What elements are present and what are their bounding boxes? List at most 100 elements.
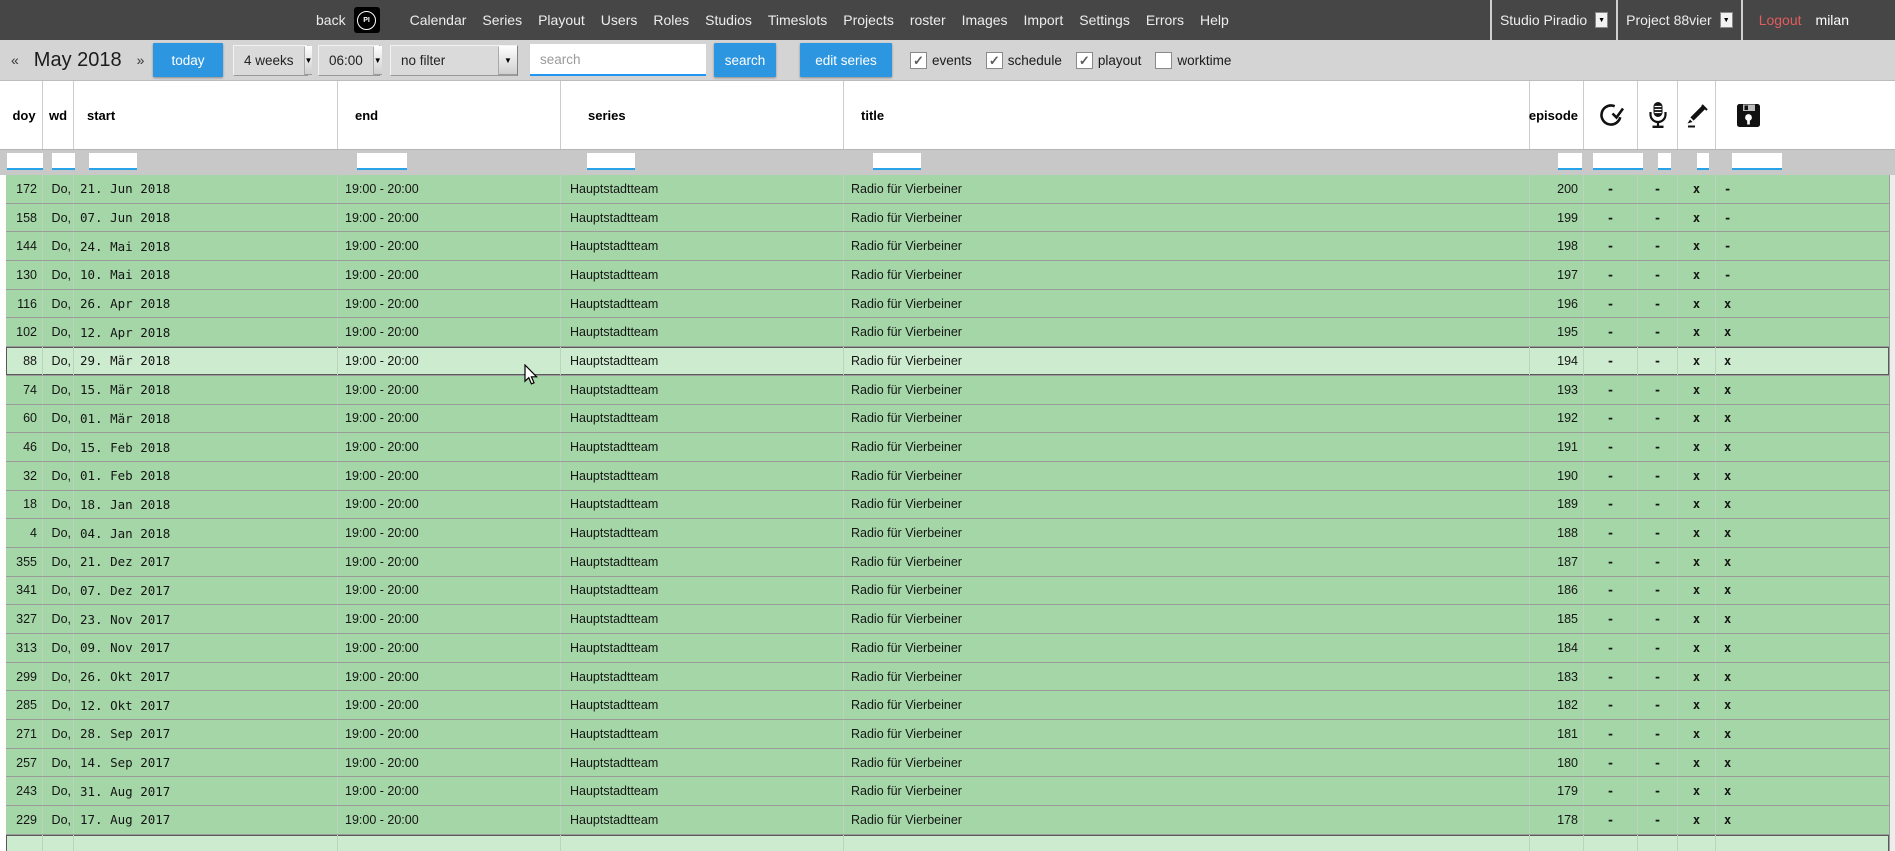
project-select[interactable]: Project 88vier ▼ [1618,0,1741,40]
cell-start: 23. Nov 2017 [74,605,338,633]
table-row[interactable]: 88Do,29. Mär 201819:00 - 20:00Hauptstadt… [0,347,1889,376]
back-button[interactable]: back [316,12,346,28]
nav-item-roles[interactable]: Roles [653,12,689,28]
nav-item-import[interactable]: Import [1024,12,1064,28]
cell-repeat: - [1584,462,1638,490]
table-row-partial[interactable] [0,835,1889,851]
table-row[interactable]: 341Do,07. Dez 201719:00 - 20:00Hauptstad… [0,577,1889,606]
table-row[interactable]: 74Do,15. Mär 201819:00 - 20:00Hauptstadt… [0,376,1889,405]
column-header-end[interactable]: end [338,81,561,149]
nav-item-series[interactable]: Series [482,12,522,28]
filter-input-edit[interactable] [1697,153,1709,170]
column-header-repeat[interactable] [1584,81,1638,149]
app-logo-icon[interactable]: PI [354,7,380,33]
range-select[interactable]: 4 weeks ▼ [233,45,308,76]
nav-item-studios[interactable]: Studios [705,12,752,28]
nav-item-projects[interactable]: Projects [843,12,894,28]
cell-wd: Do, [43,204,74,232]
next-month-button[interactable]: » [134,52,148,68]
table-row[interactable]: 60Do,01. Mär 201819:00 - 20:00Hauptstadt… [0,405,1889,434]
filter-input-title[interactable] [873,153,921,170]
table-row[interactable]: 32Do,01. Feb 201819:00 - 20:00Hauptstadt… [0,462,1889,491]
column-header-microphone[interactable] [1638,81,1678,149]
table-row[interactable]: 130Do,10. Mai 201819:00 - 20:00Hauptstad… [0,261,1889,290]
checkbox-playout[interactable]: playout [1076,52,1142,69]
cell-series: Hauptstadtteam [561,605,844,633]
nav-item-timeslots[interactable]: Timeslots [768,12,827,28]
column-header-series-label: series [588,108,626,123]
table-row[interactable]: 229Do,17. Aug 201719:00 - 20:00Hauptstad… [0,806,1889,835]
nav-item-playout[interactable]: Playout [538,12,585,28]
table-row[interactable]: 313Do,09. Nov 201719:00 - 20:00Hauptstad… [0,634,1889,663]
column-header-start[interactable]: start [74,81,338,149]
edit-series-button[interactable]: edit series [800,43,892,77]
filter-input-episode[interactable] [1558,153,1582,170]
chevron-down-icon[interactable]: ▼ [1720,12,1733,28]
table-row[interactable]: 18Do,18. Jan 201819:00 - 20:00Hauptstadt… [0,491,1889,520]
table-row[interactable]: 355Do,21. Dez 201719:00 - 20:00Hauptstad… [0,548,1889,577]
table-row[interactable]: 271Do,28. Sep 201719:00 - 20:00Hauptstad… [0,720,1889,749]
table-row[interactable]: 102Do,12. Apr 201819:00 - 20:00Hauptstad… [0,318,1889,347]
nav-item-errors[interactable]: Errors [1146,12,1184,28]
table-row[interactable]: 327Do,23. Nov 201719:00 - 20:00Hauptstad… [0,605,1889,634]
nav-item-images[interactable]: Images [962,12,1008,28]
cell-repeat: - [1584,548,1638,576]
column-header-edit[interactable] [1678,81,1716,149]
cell-start: 10. Mai 2018 [74,261,338,289]
filter-select[interactable]: no filter ▼ [390,45,518,76]
column-header-save[interactable] [1716,81,1889,149]
cell-repeat: - [1584,261,1638,289]
cell-mic: - [1638,261,1678,289]
filter-input-end[interactable] [357,153,407,170]
table-row[interactable]: 243Do,31. Aug 201719:00 - 20:00Hauptstad… [0,777,1889,806]
table-row[interactable]: 4Do,04. Jan 201819:00 - 20:00Hauptstadtt… [0,519,1889,548]
table-row[interactable]: 285Do,12. Okt 201719:00 - 20:00Hauptstad… [0,691,1889,720]
nav-item-roster[interactable]: roster [910,12,946,28]
filter-input-wd[interactable] [52,153,75,170]
chevron-down-icon[interactable]: ▼ [304,46,313,75]
search-input[interactable] [530,44,706,76]
time-select[interactable]: 06:00 ▼ [318,45,380,76]
table-row[interactable]: 299Do,26. Okt 201719:00 - 20:00Hauptstad… [0,663,1889,692]
column-header-doy[interactable]: doy [6,81,43,149]
filter-input-doy[interactable] [7,153,43,170]
filter-input-series[interactable] [587,153,635,170]
studio-select[interactable]: Studio Piradio ▼ [1492,0,1616,40]
prev-month-button[interactable]: « [8,52,22,68]
logout-button[interactable]: Logout [1759,12,1802,28]
table-row[interactable]: 46Do,15. Feb 201819:00 - 20:00Hauptstadt… [0,433,1889,462]
table-row[interactable]: 116Do,26. Apr 201819:00 - 20:00Hauptstad… [0,290,1889,319]
nav-item-settings[interactable]: Settings [1079,12,1130,28]
cell-episode: 196 [1530,290,1584,318]
column-header-series[interactable]: series [561,81,844,149]
checkbox-schedule[interactable]: schedule [986,52,1062,69]
table-row[interactable]: 158Do,07. Jun 201819:00 - 20:00Hauptstad… [0,204,1889,233]
checkbox-checked-icon[interactable] [1076,52,1093,69]
checkbox-worktime[interactable]: worktime [1155,52,1231,69]
nav-item-users[interactable]: Users [601,12,638,28]
schedule-app: back PI Calendar Series Playout Users Roles S… [0,0,1895,851]
table-row[interactable]: 144Do,24. Mai 201819:00 - 20:00Hauptstad… [0,232,1889,261]
cell-save: x [1716,491,1889,519]
column-header-title[interactable]: title [844,81,1530,149]
checkbox-checked-icon[interactable] [986,52,1003,69]
chevron-down-icon[interactable]: ▼ [498,46,517,75]
search-button[interactable]: search [714,43,776,77]
nav-item-help[interactable]: Help [1200,12,1229,28]
chevron-down-icon[interactable]: ▼ [1595,12,1608,28]
filter-input-mic[interactable] [1658,153,1671,170]
column-header-episode[interactable]: episode [1530,81,1584,149]
today-button[interactable]: today [153,43,223,77]
nav-item-calendar[interactable]: Calendar [410,12,467,28]
filter-input-start[interactable] [89,153,137,170]
filter-input-repeat[interactable] [1593,153,1643,170]
checkbox-events[interactable]: events [910,52,972,69]
column-header-wd[interactable]: wd [43,81,74,149]
cell-mic: - [1638,777,1678,805]
filter-input-save[interactable] [1732,153,1782,170]
checkbox-unchecked-icon[interactable] [1155,52,1172,69]
chevron-down-icon[interactable]: ▼ [373,46,382,75]
table-row[interactable]: 257Do,14. Sep 201719:00 - 20:00Hauptstad… [0,749,1889,778]
checkbox-checked-icon[interactable] [910,52,927,69]
table-row[interactable]: 172Do,21. Jun 201819:00 - 20:00Hauptstad… [0,175,1889,204]
